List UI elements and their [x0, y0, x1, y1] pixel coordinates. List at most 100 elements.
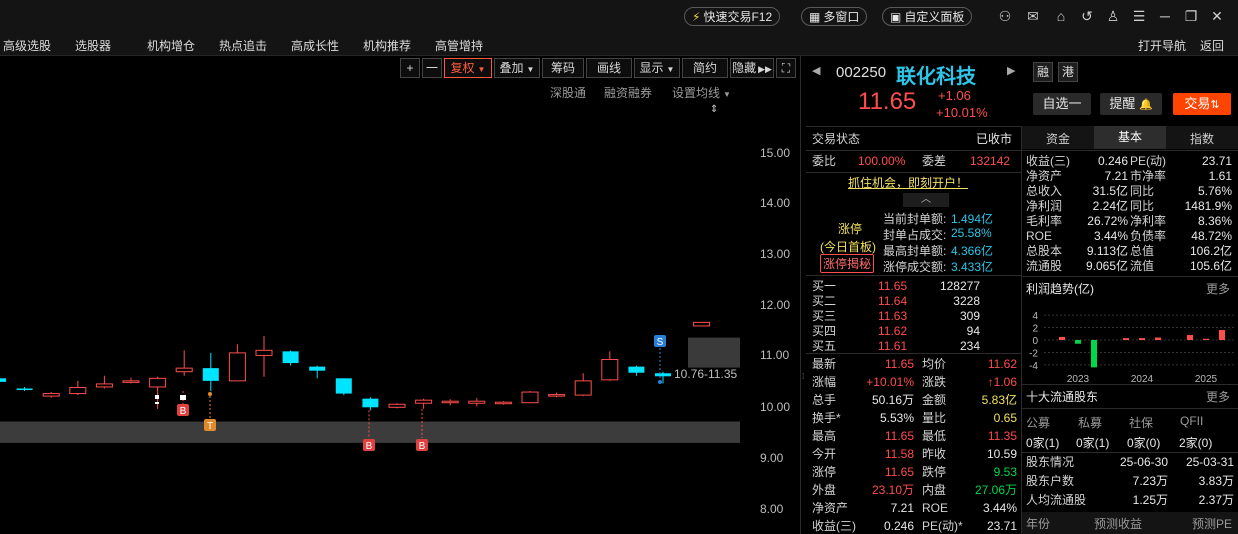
multi-window-button[interactable]: ▦ 多窗口 [801, 7, 868, 26]
nav-item-advanced-picker[interactable]: 高级选股 [3, 37, 51, 54]
next-stock-icon[interactable]: ▶ [1007, 64, 1015, 77]
lightning-icon: ⚡ [692, 9, 701, 24]
holders-more-link[interactable]: 更多 [1206, 388, 1230, 405]
window-grid-icon: ▦ [809, 9, 821, 24]
divider [1022, 150, 1238, 151]
custom-panel-button[interactable]: ▣ 自定义面板 [882, 7, 973, 26]
limitup-row-label: 封单占成交: [883, 228, 947, 242]
quote-value: 11.62 [987, 357, 1017, 371]
open-nav-link[interactable]: 打开导航 [1138, 37, 1186, 54]
t-marker-label: T [207, 421, 213, 432]
limitup-sub: (今日首板) [820, 240, 876, 254]
holder-count: 0家(1) [1026, 436, 1060, 450]
home-icon[interactable]: ⌂ [1053, 8, 1069, 24]
nav-item-stock-picker[interactable]: 选股器 [75, 37, 111, 54]
quote-value: 5.53% [879, 411, 914, 425]
prev-stock-icon[interactable]: ◀ [812, 64, 820, 77]
collapse-icon[interactable]: ︿ [903, 193, 949, 207]
nav-item-executive-increase[interactable]: 高管增持 [435, 37, 483, 54]
user-icon[interactable]: ⚇ [997, 8, 1013, 24]
holders-title: 十大流通股东 [1026, 390, 1099, 404]
candle-body [441, 400, 459, 404]
divider [806, 172, 1021, 173]
candle-body [282, 351, 299, 364]
watchlist-dropdown[interactable]: 自选一 [1033, 93, 1091, 115]
nav-item-institution-recommend[interactable]: 机构推荐 [363, 37, 411, 54]
tab-basic[interactable]: 基本 [1094, 126, 1166, 149]
close-icon[interactable]: ✕ [1209, 8, 1225, 24]
quote-label: 跌停 [922, 465, 947, 479]
open-account-ad-link[interactable]: 抓住机会，即刻开户！ [848, 175, 968, 192]
forecast-header: 年份 预测收益 预测PE [1022, 512, 1238, 534]
candle-body [388, 403, 406, 408]
holder-row-value: 7.23万 [1132, 474, 1168, 488]
alert-button[interactable]: 提醒 🔔 [1100, 93, 1162, 115]
menu-icon[interactable]: ☰ [1131, 8, 1147, 24]
fund-label: 流值 [1130, 259, 1155, 273]
hk-connect-tag[interactable]: 港 [1058, 62, 1078, 82]
candle-body [655, 373, 671, 377]
nav-item-hotspot[interactable]: 热点追击 [219, 37, 267, 54]
weibi-value: 100.00% [858, 154, 906, 168]
quote-label: 最高 [812, 429, 837, 443]
quick-trade-button[interactable]: ⚡ 快速交易F12 [684, 7, 781, 26]
trade-button[interactable]: 交易⇅ [1173, 93, 1231, 115]
nav-item-institution-increase[interactable]: 机构增仓 [147, 37, 195, 54]
stock-name: 联化科技 [896, 66, 976, 88]
candlestick-plot: B T B B S [0, 321, 740, 452]
restore-icon[interactable]: ❐ [1183, 8, 1199, 24]
quote-value: 11.65 [884, 357, 914, 371]
quote-label: PE(动)* [922, 519, 963, 533]
shirt-icon[interactable]: ♙ [1105, 8, 1121, 24]
y-tick: -2 [1029, 348, 1038, 359]
info-flag [155, 395, 159, 399]
profit-bar [1219, 330, 1225, 340]
quote-label: 量比 [922, 411, 947, 425]
profit-bar [1187, 335, 1193, 340]
quote-label: 总手 [812, 393, 837, 407]
trade-status-label: 交易状态 [812, 132, 861, 146]
profit-bar [1091, 340, 1097, 368]
limitup-row-label: 当前封单额: [883, 212, 947, 226]
candle-body [335, 378, 352, 394]
back-icon[interactable]: ↺ [1079, 8, 1095, 24]
margin-tag[interactable]: 融 [1033, 62, 1053, 82]
minimize-icon[interactable]: ─ [1157, 8, 1173, 24]
forecast-col-year: 年份 [1026, 517, 1051, 531]
nav-item-high-growth[interactable]: 高成长性 [291, 37, 339, 54]
profit-bar [1075, 340, 1081, 344]
fund-value: 9.065亿 [1085, 259, 1128, 273]
mail-icon[interactable]: ✉ [1025, 8, 1041, 24]
limitup-reveal-button[interactable]: 涨停揭秘 [820, 254, 875, 273]
function-nav: 高级选股 选股器 机构增仓 热点追击 高成长性 机构推荐 高管增持 打开导航 返… [0, 32, 1238, 56]
quote-label: 涨跌 [922, 375, 947, 389]
last-price: 11.65 [858, 88, 917, 115]
holder-row-value: 2.37万 [1198, 493, 1234, 507]
y-tick: 2 [1032, 324, 1038, 335]
quote-label: 今开 [812, 447, 837, 461]
back-link[interactable]: 返回 [1200, 37, 1224, 54]
divider [806, 126, 1021, 127]
y-tick: 8.00 [760, 502, 784, 516]
profit-trend-chart: 4 20-2 -4 2023 2024 2025 [1029, 311, 1234, 384]
fund-value: 105.6亿 [1189, 259, 1232, 273]
quote-value: 10.59 [986, 447, 1017, 461]
profit-bar [1155, 337, 1161, 340]
candle-body [494, 401, 512, 405]
tab-index[interactable]: 指数 [1190, 130, 1214, 147]
tab-capital[interactable]: 资金 [1046, 130, 1070, 147]
profit-trend-more-link[interactable]: 更多 [1206, 280, 1230, 297]
holder-count: 0家(1) [1076, 436, 1110, 450]
buy-marker-label: B [366, 441, 373, 452]
quote-value: 11.35 [987, 429, 1017, 443]
divider [806, 275, 1021, 276]
candle-body [362, 398, 379, 408]
quote-value: 0.65 [993, 411, 1017, 425]
holder-row-value: 1.25万 [1132, 493, 1168, 507]
profit-bar [1059, 336, 1065, 340]
forecast-col-pe: 预测PE [1192, 517, 1233, 531]
limitup-row-value: 3.433亿 [951, 260, 994, 274]
weicha-value: 132142 [970, 154, 1011, 168]
quote-value: ↑1.06 [987, 375, 1017, 389]
quote-value: 27.06万 [974, 483, 1017, 497]
